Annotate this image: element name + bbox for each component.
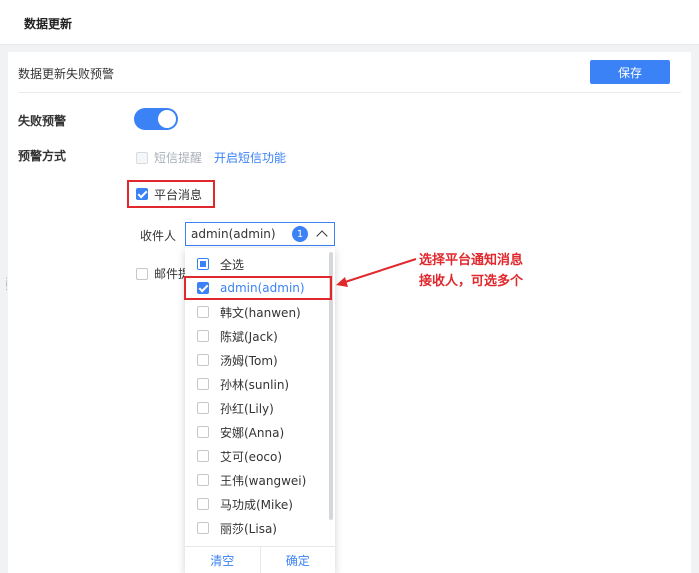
receiver-item-label: 孙红(Lily)	[220, 401, 274, 416]
dropdown-scrollbar[interactable]	[329, 252, 333, 520]
receiver-item[interactable]: admin(admin)	[185, 276, 329, 300]
receiver-item-label: 艾可(eoco)	[220, 449, 283, 464]
save-button[interactable]: 保存	[590, 60, 670, 84]
annotation-text: 选择平台通知消息 接收人，可选多个	[419, 250, 523, 292]
platform-message-label: 平台消息	[154, 187, 203, 202]
receiver-item-checkbox[interactable]	[197, 522, 209, 534]
receiver-item-label: 王伟(wangwei)	[220, 473, 307, 488]
receiver-item-checkbox[interactable]	[197, 330, 209, 342]
receiver-item-checkbox[interactable]	[197, 426, 209, 438]
annotation-line-2: 接收人，可选多个	[419, 274, 524, 289]
top-bar: 数据更新	[0, 0, 699, 45]
annotation-line-1: 选择平台通知消息	[419, 253, 524, 268]
receiver-item[interactable]: 马功成(Mike)	[185, 492, 329, 516]
receiver-item-label: 丽莎(Lisa)	[220, 521, 277, 536]
receiver-item-checkbox[interactable]	[197, 498, 209, 510]
fail-alert-label: 失败预警	[18, 114, 67, 128]
receiver-item[interactable]: 安娜(Anna)	[185, 420, 329, 444]
receiver-item[interactable]: 王伟(wangwei)	[185, 468, 329, 492]
enable-sms-link[interactable]: 开启短信功能	[214, 149, 286, 166]
receiver-item-checkbox[interactable]	[197, 474, 209, 486]
receiver-item[interactable]: 孙林(sunlin)	[185, 372, 329, 396]
mail-checkbox[interactable]	[136, 267, 148, 280]
receiver-item-checkbox[interactable]	[197, 378, 209, 390]
receiver-item[interactable]: 陈斌(Jack)	[185, 324, 329, 348]
chevron-up-icon	[316, 230, 328, 242]
platform-message-option[interactable]: 平台消息	[127, 180, 215, 208]
receiver-item-checkbox[interactable]	[197, 354, 209, 366]
receiver-item[interactable]: 艾可(eoco)	[185, 444, 329, 468]
receiver-select-value: admin(admin)	[191, 227, 276, 241]
receiver-list: 全选 admin(admin) 韩文(hanwen) 陈斌(Jack) 汤姆(Tom)…	[185, 252, 329, 540]
receiver-item-checkbox[interactable]	[197, 306, 209, 318]
receiver-item-label: admin(admin)	[220, 281, 305, 295]
receiver-item[interactable]: 孙红(Lily)	[185, 396, 329, 420]
panel-title: 数据更新失败预警	[18, 67, 115, 81]
receiver-item-label: 马功成(Mike)	[220, 497, 293, 512]
select-all-label: 全选	[220, 257, 245, 272]
receiver-dropdown: 全选 admin(admin) 韩文(hanwen) 陈斌(Jack) 汤姆(Tom)…	[185, 248, 335, 573]
select-all-checkbox[interactable]	[197, 258, 209, 270]
platform-message-checkbox[interactable]	[136, 188, 148, 200]
receiver-item-label: 汤姆(Tom)	[220, 353, 278, 368]
fail-alert-toggle[interactable]	[134, 108, 178, 130]
select-all-item[interactable]: 全选	[185, 252, 329, 276]
receiver-select[interactable]: admin(admin) 1	[185, 222, 335, 246]
page-title: 数据更新	[24, 17, 73, 31]
receiver-item-label: 韩文(hanwen)	[220, 305, 301, 320]
receiver-item[interactable]: 韩文(hanwen)	[185, 300, 329, 324]
receiver-item[interactable]: 汤姆(Tom)	[185, 348, 329, 372]
confirm-button[interactable]: 确定	[261, 547, 336, 573]
arrow-icon	[336, 258, 417, 287]
toggle-knob	[158, 110, 176, 128]
receiver-item-checkbox[interactable]	[197, 282, 209, 294]
receiver-item-checkbox[interactable]	[197, 450, 209, 462]
sms-option: 短信提醒 开启短信功能	[136, 149, 286, 166]
sms-label: 短信提醒	[154, 151, 203, 165]
receiver-item[interactable]: 丽莎(Lisa)	[185, 516, 329, 540]
alert-method-label: 预警方式	[18, 149, 67, 163]
receiver-item-checkbox[interactable]	[197, 402, 209, 414]
dropdown-footer: 清空 确定	[185, 546, 335, 573]
receiver-item-label: 安娜(Anna)	[220, 425, 285, 440]
divider	[18, 92, 681, 93]
selected-count-badge: 1	[292, 226, 308, 242]
receiver-label: 收件人	[140, 229, 177, 243]
receiver-item-label: 孙林(sunlin)	[220, 377, 290, 392]
clear-button[interactable]: 清空	[185, 547, 261, 573]
settings-panel: 数据更新失败预警 保存	[8, 52, 691, 573]
receiver-item-label: 陈斌(Jack)	[220, 329, 278, 344]
sms-checkbox	[136, 151, 148, 164]
